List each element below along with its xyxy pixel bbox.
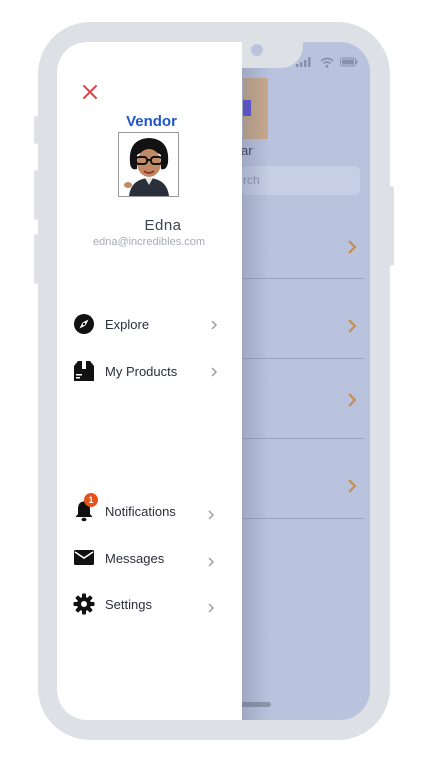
wifi-icon	[320, 57, 334, 68]
compass-icon	[74, 314, 94, 334]
user-email: edna@incredibles.com	[92, 236, 206, 248]
chevron-right-icon	[348, 240, 357, 254]
battery-icon	[340, 57, 358, 67]
user-name: Edna	[144, 217, 182, 234]
gear-icon	[73, 593, 95, 615]
chevron-right-icon	[208, 603, 215, 613]
notification-badge: 1	[84, 493, 98, 507]
chevron-right-icon	[208, 510, 215, 520]
chevron-right-icon	[211, 320, 218, 330]
chevron-right-icon	[208, 557, 215, 567]
avatar[interactable]	[118, 132, 179, 197]
menu-item-label: Explore	[105, 317, 150, 332]
status-bar	[296, 56, 358, 68]
menu-item-messages[interactable]: Messages	[72, 546, 222, 570]
avatar-image	[119, 133, 178, 196]
role-title: Vendor	[126, 113, 177, 130]
menu-item-explore[interactable]: Explore	[72, 312, 222, 336]
phone-camera	[251, 44, 263, 56]
menu-item-label: Settings	[105, 597, 152, 612]
menu-item-label: Notifications	[105, 504, 176, 519]
box-icon	[74, 361, 94, 381]
chevron-right-icon	[348, 479, 357, 493]
menu-item-label: My Products	[105, 364, 178, 379]
envelope-icon	[74, 550, 94, 565]
menu-item-my-products[interactable]: My Products	[72, 359, 222, 383]
drawer-shadow	[242, 42, 270, 720]
chevron-right-icon	[211, 367, 218, 377]
menu-item-settings[interactable]: Settings	[72, 592, 222, 616]
menu-item-label: Messages	[105, 551, 165, 566]
close-icon[interactable]	[81, 83, 99, 101]
chevron-right-icon	[348, 319, 357, 333]
signal-icon	[296, 57, 311, 67]
chevron-right-icon	[348, 393, 357, 407]
